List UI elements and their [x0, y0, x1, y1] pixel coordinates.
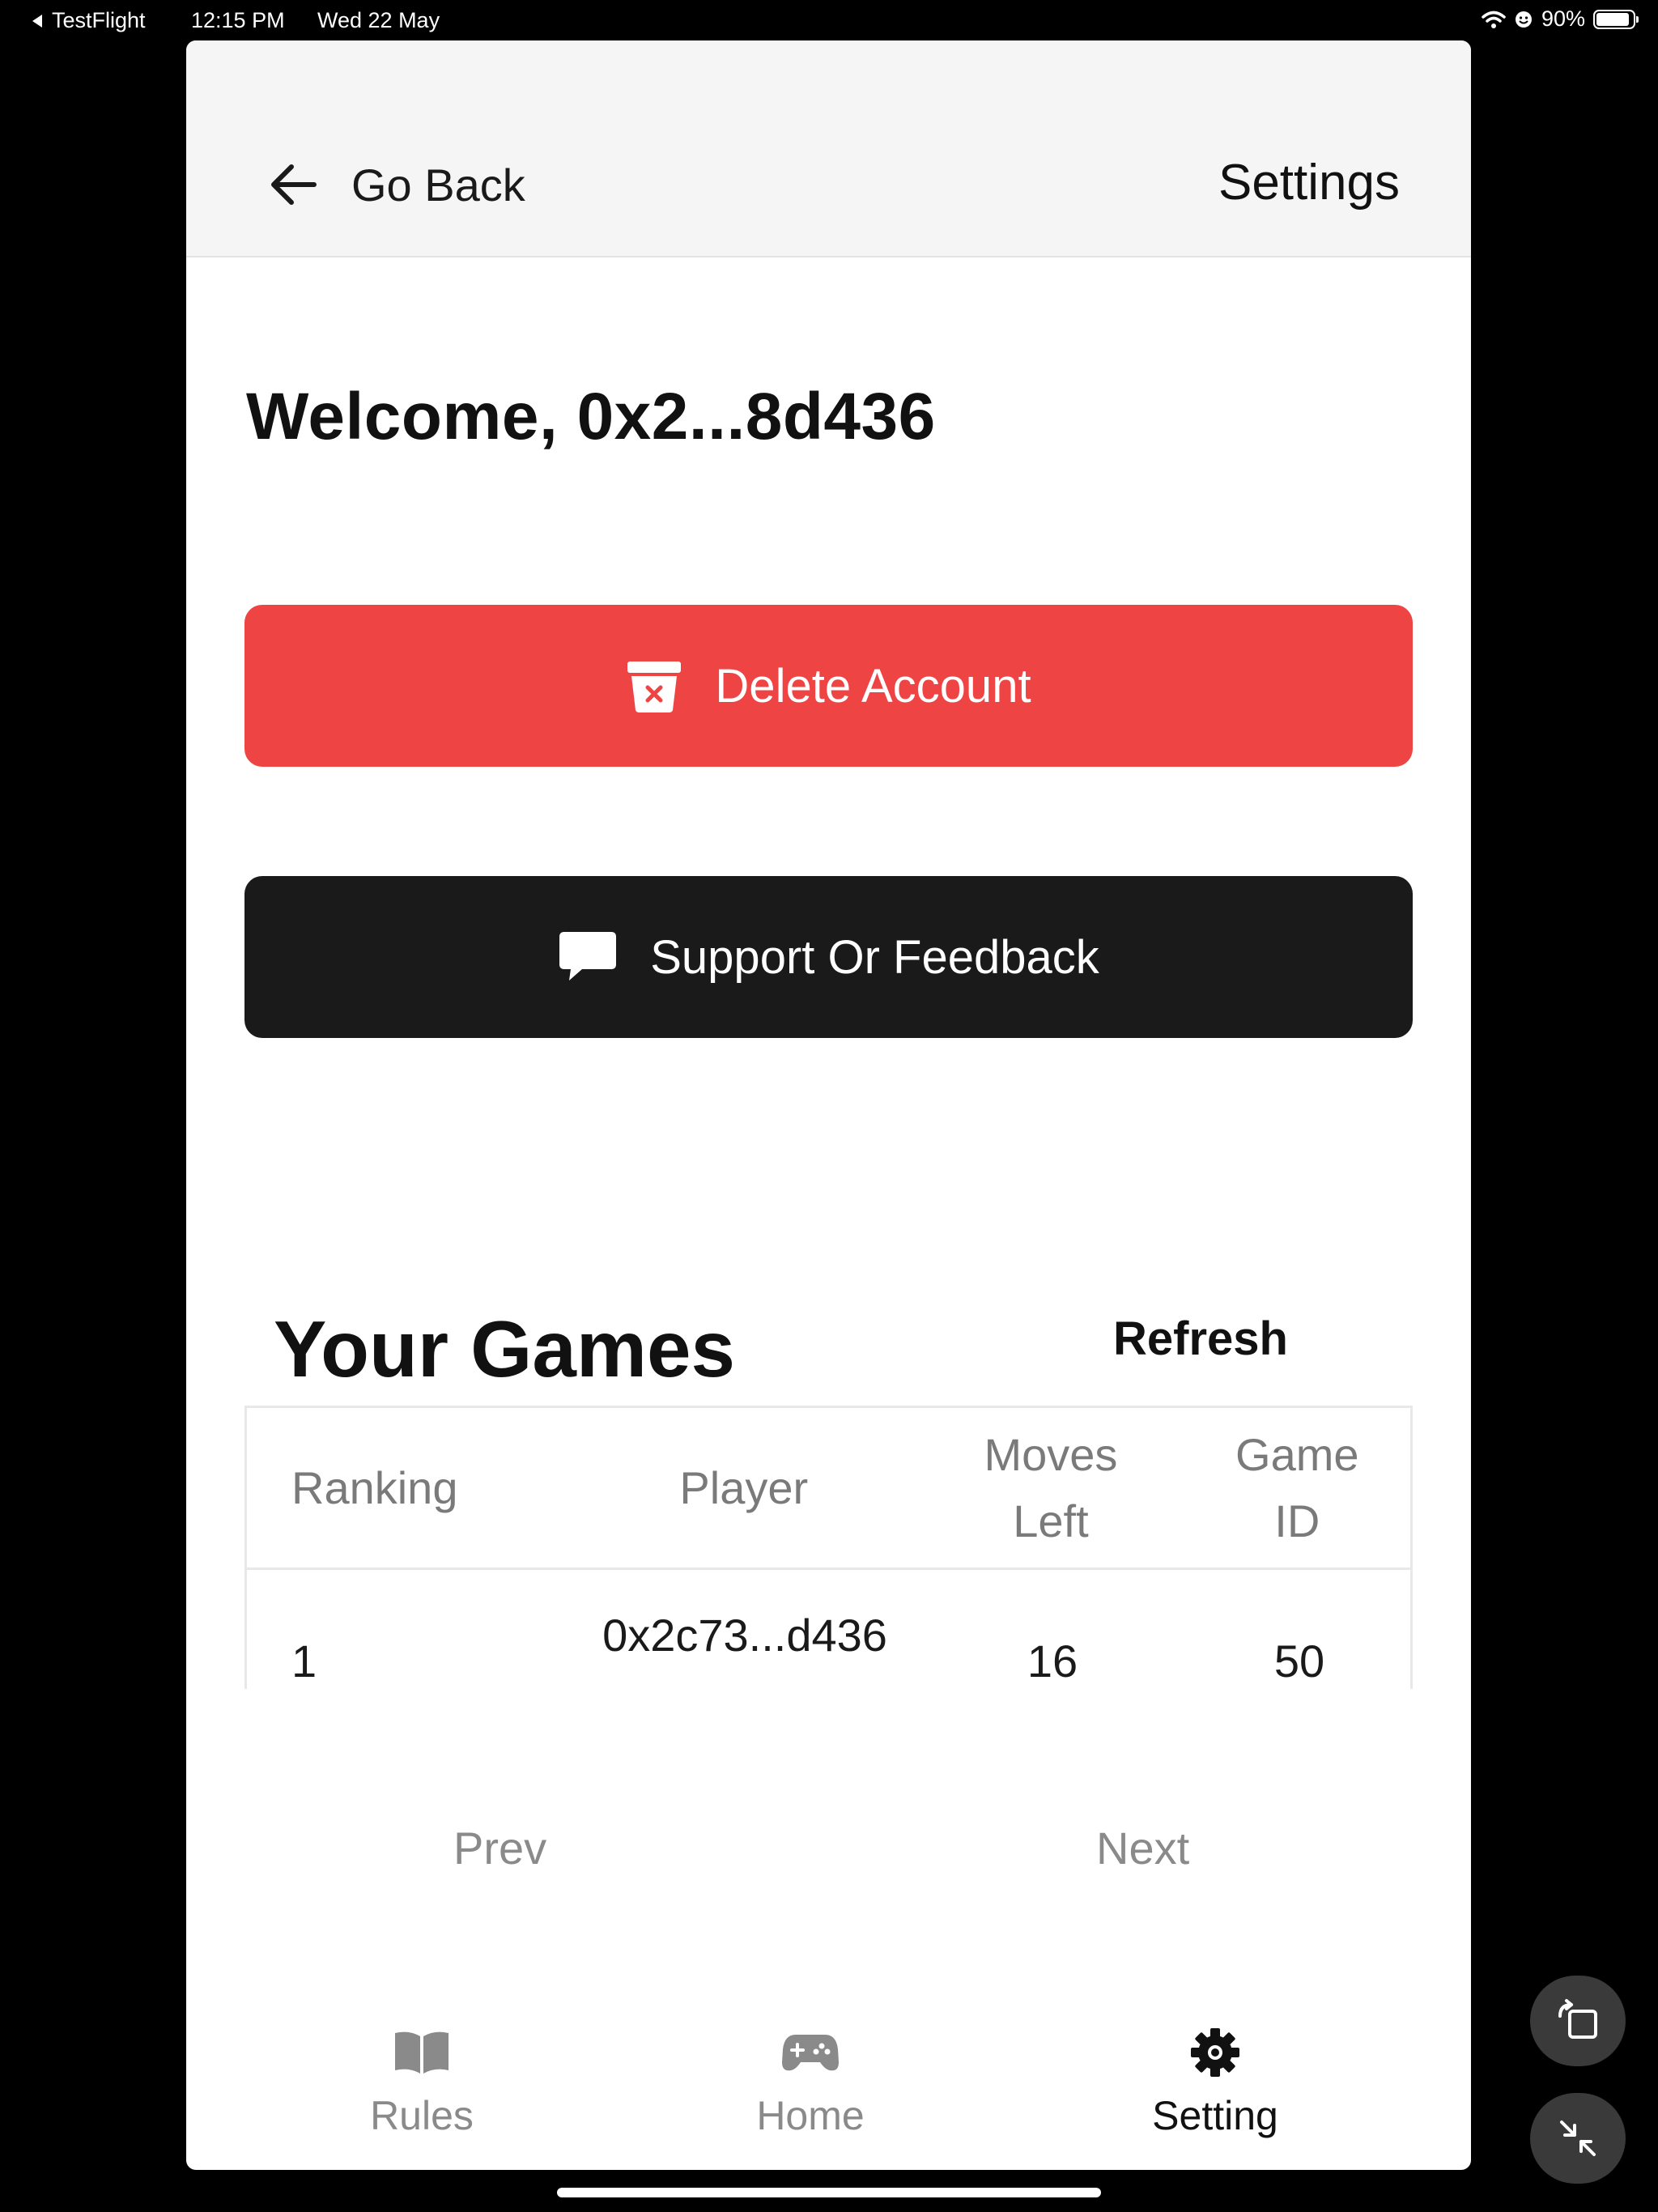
- support-feedback-label: Support Or Feedback: [650, 930, 1099, 984]
- collapse-arrows-icon: [1560, 2121, 1596, 2156]
- cell-ranking: 1: [291, 1636, 317, 1687]
- wifi-icon: [1482, 11, 1506, 28]
- tab-rules[interactable]: Rules: [300, 2000, 543, 2162]
- back-triangle-icon: [32, 14, 42, 28]
- cell-game-id: 50: [1273, 1636, 1325, 1687]
- table-row[interactable]: 1 0x2c73...d436 16 50: [247, 1570, 1410, 1689]
- your-games-title: Your Games: [274, 1304, 736, 1393]
- delete-account-button[interactable]: Delete Account: [244, 605, 1413, 767]
- refresh-button[interactable]: Refresh: [1113, 1312, 1288, 1366]
- collapse-button[interactable]: [1530, 2093, 1626, 2184]
- trash-icon: [626, 658, 682, 713]
- col-header-player: Player: [679, 1462, 809, 1513]
- gamepad-icon: [781, 2024, 840, 2081]
- go-back-button[interactable]: Go Back: [257, 118, 581, 251]
- arrow-left-icon: [271, 164, 317, 205]
- col-header-gameid-line1: Game: [1235, 1428, 1359, 1480]
- tab-home[interactable]: Home: [689, 2000, 932, 2162]
- table-header: Ranking Player Moves Left Game ID: [247, 1408, 1410, 1570]
- support-feedback-button[interactable]: Support Or Feedback: [244, 876, 1413, 1038]
- col-header-gameid-line2: ID: [1274, 1495, 1320, 1546]
- cell-player: 0x2c73...d436: [602, 1610, 887, 1661]
- status-date: Wed 22 May: [317, 8, 440, 32]
- col-header-moves-line1: Moves: [984, 1428, 1118, 1480]
- col-header-moves-line2: Left: [1013, 1495, 1089, 1546]
- tab-home-label: Home: [756, 2093, 865, 2138]
- tab-bar: Rules Home Setting: [186, 2000, 1471, 2170]
- cell-moves-left: 16: [1027, 1636, 1078, 1687]
- delete-account-label: Delete Account: [715, 659, 1031, 713]
- back-to-app[interactable]: TestFlight: [31, 8, 146, 33]
- book-icon: [393, 2024, 451, 2081]
- go-back-label: Go Back: [351, 159, 525, 211]
- col-header-game-id: Game ID: [1184, 1422, 1410, 1555]
- app-header: Go Back Settings: [186, 40, 1471, 257]
- status-right: 90%: [1473, 6, 1639, 32]
- col-header-ranking: Ranking: [291, 1462, 458, 1513]
- games-table: Ranking Player Moves Left Game ID 1 0x2c…: [244, 1406, 1413, 1689]
- battery-icon: [1593, 9, 1639, 29]
- focus-mode-icon: [1515, 11, 1532, 28]
- battery-percent: 90%: [1541, 6, 1585, 31]
- welcome-heading: Welcome, 0x2...8d436: [246, 380, 936, 453]
- next-page-button[interactable]: Next: [1096, 1822, 1189, 1874]
- prev-page-button[interactable]: Prev: [453, 1822, 546, 1874]
- home-indicator[interactable]: [557, 2188, 1101, 2197]
- tab-setting-label: Setting: [1152, 2093, 1278, 2138]
- rotate-screen-button[interactable]: [1530, 1976, 1626, 2066]
- chat-bubble-icon: [558, 930, 618, 984]
- tab-rules-label: Rules: [370, 2093, 474, 2138]
- col-header-moves-left: Moves Left: [917, 1422, 1184, 1555]
- gear-icon: [1189, 2024, 1241, 2081]
- back-app-label: TestFlight: [52, 8, 146, 32]
- status-bar: TestFlight 12:15 PM Wed 22 May 90%: [0, 0, 1658, 40]
- app-window: Go Back Settings Welcome, 0x2...8d436 De…: [186, 40, 1471, 2170]
- rotate-icon: [1558, 1999, 1597, 2039]
- tab-setting[interactable]: Setting: [1094, 2000, 1337, 2162]
- page-title: Settings: [1218, 155, 1400, 211]
- status-time: 12:15 PM: [191, 8, 285, 32]
